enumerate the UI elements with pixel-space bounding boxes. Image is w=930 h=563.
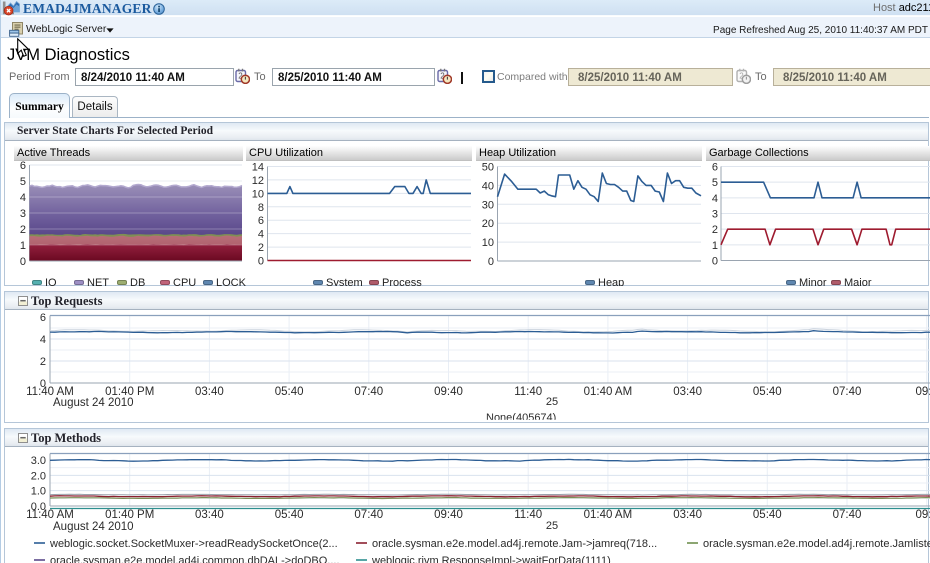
svg-text:2.0: 2.0 (31, 470, 46, 482)
svg-text:07:40: 07:40 (833, 509, 862, 521)
svg-text:1.0: 1.0 (31, 486, 46, 498)
svg-text:oracle.sysman.e2e.model.ad4j.r: oracle.sysman.e2e.model.ad4j.remote.Jam-… (372, 538, 657, 550)
svg-text:August 24 2010: August 24 2010 (53, 521, 134, 533)
svg-text:05:40: 05:40 (275, 509, 304, 521)
svg-text:01:40 PM: 01:40 PM (105, 509, 154, 521)
svg-text:05:40: 05:40 (753, 509, 782, 521)
svg-text:09:40: 09:40 (434, 509, 463, 521)
svg-text:weblogic.rjvm ResponseImpl->wa: weblogic.rjvm ResponseImpl->waitForData(… (371, 555, 611, 563)
svg-text:03:40: 03:40 (195, 509, 224, 521)
svg-text:01:40 AM: 01:40 AM (584, 509, 633, 521)
svg-text:07:40: 07:40 (354, 509, 383, 521)
svg-text:25: 25 (546, 520, 558, 532)
svg-text:11:40: 11:40 (514, 509, 542, 521)
svg-text:3.0: 3.0 (31, 455, 46, 467)
svg-text:weblogic.socket.SocketMuxer->r: weblogic.socket.SocketMuxer->readReadySo… (49, 538, 338, 550)
svg-text:oracle.sysman.e2e.model.ad4j.c: oracle.sysman.e2e.model.ad4j.common.dbDA… (50, 555, 340, 563)
svg-text:09:4: 09:4 (916, 509, 930, 521)
svg-text:03:40: 03:40 (673, 509, 702, 521)
svg-text:11:40 AM: 11:40 AM (26, 509, 74, 521)
svg-text:oracle.sysman.e2e.model.ad4j.r: oracle.sysman.e2e.model.ad4j.remote.Jaml… (703, 538, 930, 550)
